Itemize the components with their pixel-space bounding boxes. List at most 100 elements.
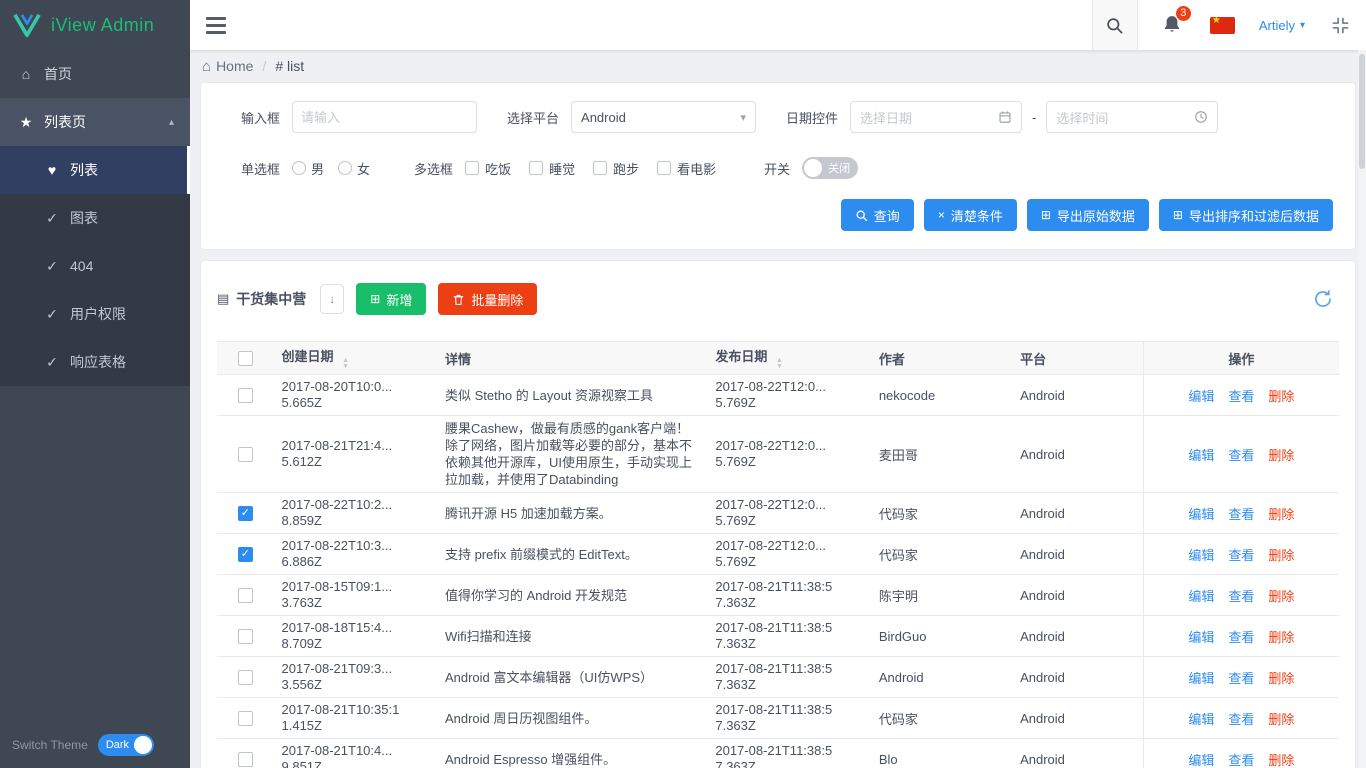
cell-published: 2017-08-22T12:0... 5.769Z (707, 492, 871, 534)
query-button[interactable]: 查询 (840, 199, 914, 231)
keyword-input[interactable] (292, 101, 478, 133)
delete-link[interactable]: 删除 (1268, 712, 1294, 727)
edit-link[interactable]: 编辑 (1188, 671, 1214, 686)
checkbox-eat[interactable]: 吃饭 (465, 159, 511, 178)
search-icon (1107, 17, 1123, 33)
delete-link[interactable]: 删除 (1268, 671, 1294, 686)
col-header-created: 创建日期 (281, 349, 334, 364)
checkbox-run[interactable]: 跑步 (593, 159, 639, 178)
view-link[interactable]: 查看 (1228, 630, 1254, 645)
cell-created: 2017-08-22T10:3... 6.886Z (273, 533, 437, 575)
sidebar-item-list-pages[interactable]: ★ 列表页 ▴ (0, 98, 190, 146)
checkbox-movie[interactable]: 看电影 (657, 159, 716, 178)
sidebar-item-label: 首页 (44, 66, 72, 82)
clear-conditions-button[interactable]: × 清楚条件 (923, 199, 1017, 231)
sidebar-item-responsive-table[interactable]: ✓ 响应表格 (0, 338, 190, 386)
platform-select[interactable]: Android ▾ (571, 101, 757, 133)
radio-male[interactable]: 男 (292, 159, 324, 178)
panel-title: ▤ 干货集中营 (217, 291, 307, 307)
row-checkbox[interactable] (237, 388, 253, 404)
row-checkbox[interactable] (237, 629, 253, 645)
breadcrumb: ⌂ Home / # list (190, 50, 1366, 82)
heart-icon: ♥ (47, 162, 57, 178)
export-raw-button[interactable]: ⊞ 导出原始数据 (1026, 199, 1149, 231)
scrollbar-thumb[interactable] (1359, 54, 1365, 169)
row-checkbox[interactable] (237, 547, 253, 563)
export-filtered-button[interactable]: ⊞ 导出排序和过滤后数据 (1158, 199, 1333, 231)
row-checkbox[interactable] (237, 711, 253, 727)
row-checkbox[interactable] (237, 588, 253, 604)
date-picker[interactable]: 选择日期 (850, 101, 1023, 133)
edit-link[interactable]: 编辑 (1188, 753, 1214, 768)
delete-link[interactable]: 删除 (1268, 448, 1294, 463)
batch-delete-button[interactable]: 批量删除 (438, 283, 538, 315)
stepper-input[interactable]: ↓ (320, 284, 345, 314)
cell-published: 2017-08-21T11:38:5 7.363Z (707, 615, 871, 657)
view-link[interactable]: 查看 (1228, 507, 1254, 522)
refresh-button[interactable] (1313, 289, 1333, 309)
list-icon: ▤ (217, 291, 230, 306)
checkbox-square (593, 161, 608, 175)
cell-details: 类似 Stetho 的 Layout 资源视察工具 (436, 374, 708, 416)
sidebar-item-label: 列表 (70, 162, 98, 178)
sort-published-control[interactable]: ▲ ▼ (776, 357, 783, 370)
edit-link[interactable]: 编辑 (1188, 448, 1214, 463)
row-checkbox[interactable] (237, 506, 253, 522)
row-checkbox[interactable] (237, 670, 253, 686)
sidebar-item-label: 404 (70, 258, 94, 274)
theme-toggle[interactable]: Dark (97, 734, 154, 756)
sort-created-control[interactable]: ▲ ▼ (342, 357, 349, 370)
language-flag[interactable]: ★ (1209, 16, 1235, 34)
sidebar-item-charts[interactable]: ✓ 图表 (0, 194, 190, 242)
notifications-button[interactable]: 3 (1162, 4, 1192, 37)
delete-link[interactable]: 删除 (1268, 753, 1294, 768)
delete-link[interactable]: 删除 (1268, 630, 1294, 645)
edit-link[interactable]: 编辑 (1188, 589, 1214, 604)
row-checkbox[interactable] (237, 447, 253, 463)
delete-link[interactable]: 删除 (1268, 589, 1294, 604)
view-link[interactable]: 查看 (1228, 589, 1254, 604)
sidebar-item-list[interactable]: ♥ 列表 (0, 146, 190, 194)
cell-published: 2017-08-21T11:38:5 7.363Z (707, 656, 871, 698)
add-button[interactable]: ⊞ 新增 (356, 283, 427, 315)
main-content: ⌂ Home / # list 输入框 选择平台 Android ▾ 日期控件 … (190, 0, 1366, 768)
radio-female[interactable]: 女 (338, 159, 370, 178)
sidebar-item-404[interactable]: ✓ 404 (0, 242, 190, 290)
edit-link[interactable]: 编辑 (1188, 507, 1214, 522)
sidebar-item-home[interactable]: ⌂ 首页 (0, 50, 190, 98)
view-link[interactable]: 查看 (1228, 389, 1254, 404)
menu-collapse-button[interactable] (206, 16, 226, 34)
delete-link[interactable]: 删除 (1268, 389, 1294, 404)
toggle-knob (133, 736, 152, 754)
sidebar-item-permissions[interactable]: ✓ 用户权限 (0, 290, 190, 338)
view-link[interactable]: 查看 (1228, 448, 1254, 463)
edit-link[interactable]: 编辑 (1188, 712, 1214, 727)
fullscreen-button[interactable] (1331, 16, 1350, 35)
search-button[interactable] (1091, 0, 1138, 50)
breadcrumb-current: # list (275, 58, 305, 74)
cell-published: 2017-08-22T12:0... 5.769Z (707, 374, 871, 416)
trash-icon (452, 293, 465, 306)
breadcrumb-home[interactable]: ⌂ Home (202, 58, 253, 75)
clock-icon (1194, 110, 1208, 124)
view-link[interactable]: 查看 (1228, 548, 1254, 563)
checkbox-sleep[interactable]: 睡觉 (529, 159, 575, 178)
delete-link[interactable]: 删除 (1268, 507, 1294, 522)
time-picker[interactable]: 选择时间 (1046, 101, 1219, 133)
date-placeholder: 选择日期 (860, 110, 913, 126)
cell-author: 代码家 (870, 697, 1013, 739)
edit-link[interactable]: 编辑 (1188, 389, 1214, 404)
delete-link[interactable]: 删除 (1268, 548, 1294, 563)
select-all-checkbox[interactable] (237, 351, 253, 367)
page-scrollbar[interactable] (1358, 50, 1366, 768)
row-checkbox[interactable] (237, 752, 253, 768)
edit-link[interactable]: 编辑 (1188, 630, 1214, 645)
view-link[interactable]: 查看 (1228, 712, 1254, 727)
view-link[interactable]: 查看 (1228, 671, 1254, 686)
cell-created: 2017-08-20T10:0... 5.665Z (273, 374, 437, 416)
status-switch[interactable]: 关闭 (802, 157, 859, 179)
user-menu[interactable]: Artiely ▾ (1259, 18, 1305, 33)
view-link[interactable]: 查看 (1228, 753, 1254, 768)
edit-link[interactable]: 编辑 (1188, 548, 1214, 563)
cell-details: 支持 prefix 前缀模式的 EditText。 (436, 533, 708, 575)
